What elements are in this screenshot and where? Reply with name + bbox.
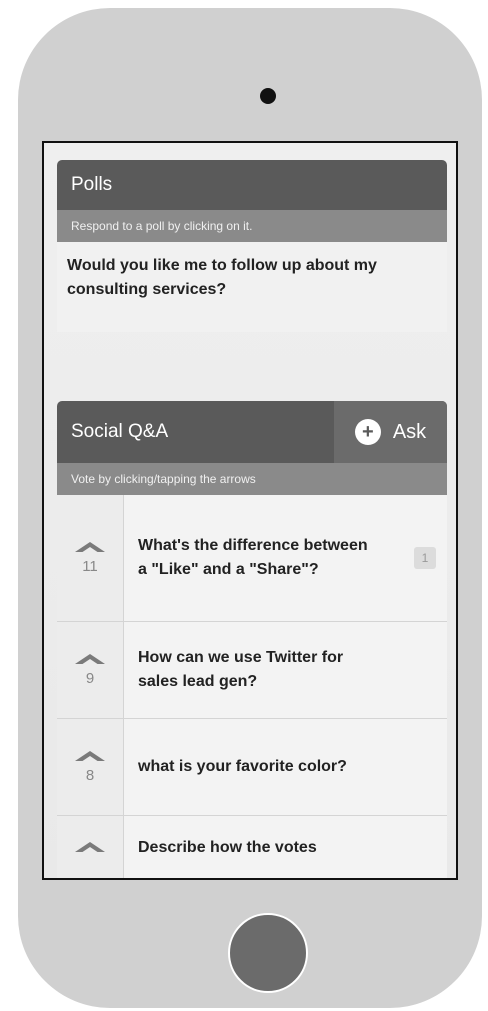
answer-count-badge[interactable]: 1 — [414, 547, 436, 569]
vote-count: 11 — [82, 557, 98, 575]
vote-column: 11 — [57, 495, 124, 621]
polls-header: Polls — [57, 160, 447, 210]
home-button[interactable] — [228, 913, 308, 993]
question-row[interactable]: 11 What's the difference between a "Like… — [57, 495, 447, 622]
camera-icon — [260, 88, 276, 104]
social-qa-instructions: Vote by clicking/tapping the arrows — [57, 463, 447, 495]
question-label: What's the difference between a "Like" a… — [138, 537, 368, 578]
social-qa-header: Social Q&A + Ask — [57, 401, 447, 463]
chevron-up-icon[interactable] — [75, 842, 105, 853]
poll-item[interactable]: Would you like me to follow up about my … — [57, 242, 447, 332]
social-qa-title: Social Q&A — [71, 421, 169, 442]
vote-count: 9 — [85, 669, 95, 687]
app-content: Polls Respond to a poll by clicking on i… — [44, 143, 456, 878]
polls-panel: Polls Respond to a poll by clicking on i… — [57, 160, 447, 332]
answer-badge-column: 1 — [403, 495, 447, 621]
question-text: what is your favorite color? — [124, 719, 403, 815]
answer-badge-column — [403, 622, 447, 718]
question-row[interactable]: 8 what is your favorite color? — [57, 719, 447, 816]
question-text: Describe how the votes — [124, 816, 403, 878]
question-text: What's the difference between a "Like" a… — [124, 495, 403, 621]
polls-instructions: Respond to a poll by clicking on it. — [57, 210, 447, 242]
ask-button-label: Ask — [392, 420, 427, 443]
vote-column: 9 — [57, 622, 124, 718]
vote-column — [57, 816, 124, 878]
polls-title: Polls — [71, 174, 113, 195]
answer-badge-column — [403, 719, 447, 815]
chevron-up-icon[interactable] — [75, 750, 105, 762]
question-label: Describe how the votes — [138, 839, 317, 856]
phone-screen: Polls Respond to a poll by clicking on i… — [42, 141, 458, 880]
question-row[interactable]: 9 How can we use Twitter for sales lead … — [57, 622, 447, 719]
answer-badge-column — [403, 816, 447, 878]
vote-count: 8 — [85, 766, 95, 784]
plus-circle-icon: + — [354, 419, 381, 445]
question-label: How can we use Twitter for sales lead ge… — [138, 649, 344, 690]
question-label: what is your favorite color? — [138, 758, 347, 775]
chevron-up-icon[interactable] — [75, 653, 105, 665]
poll-question: Would you like me to follow up about my … — [67, 257, 377, 298]
social-qa-panel: Social Q&A + Ask Vote by clicking/tappin… — [57, 401, 447, 878]
question-row[interactable]: Describe how the votes — [57, 816, 447, 878]
chevron-up-icon[interactable] — [75, 541, 105, 553]
vote-column: 8 — [57, 719, 124, 815]
question-text: How can we use Twitter for sales lead ge… — [124, 622, 403, 718]
ask-button[interactable]: + Ask — [334, 401, 447, 463]
